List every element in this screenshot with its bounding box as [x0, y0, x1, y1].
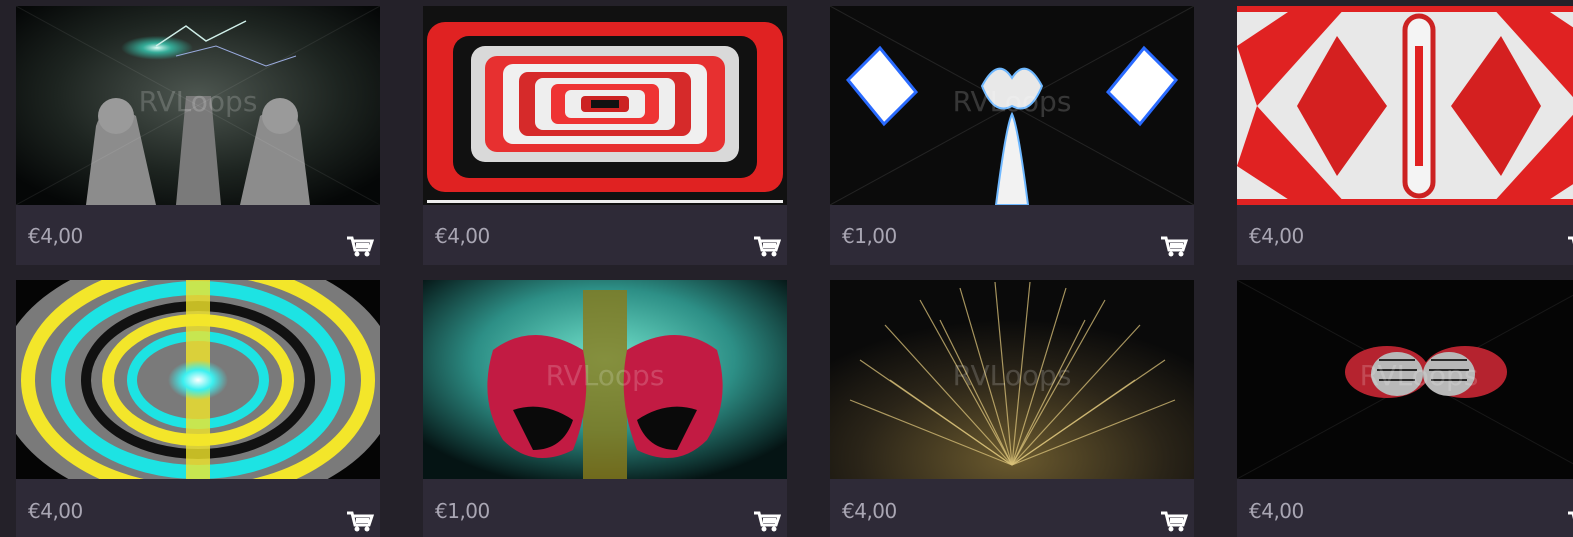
shopping-cart-icon[interactable] — [1160, 234, 1188, 258]
product-thumbnail[interactable]: RVLoops — [830, 280, 1194, 479]
product-price: €1,00 — [842, 224, 897, 248]
product-card[interactable]: RVLoops €4,00 — [830, 280, 1194, 537]
product-price: €1,00 — [435, 499, 490, 523]
shopping-cart-icon[interactable] — [753, 509, 781, 533]
product-thumbnail[interactable]: RVLoops — [423, 280, 787, 479]
product-thumbnail[interactable]: RVLoops — [16, 6, 380, 205]
watermark-text: RVLoops — [1360, 359, 1479, 392]
product-grid: RVLoops €4,00 €4,00 RVLoops €1,00 €4,00 … — [0, 0, 1573, 537]
product-price: €4,00 — [435, 224, 490, 248]
shopping-cart-icon[interactable] — [1567, 509, 1573, 533]
shopping-cart-icon[interactable] — [346, 509, 374, 533]
shopping-cart-icon[interactable] — [1160, 509, 1188, 533]
product-thumbnail[interactable]: RVLoops — [830, 6, 1194, 205]
product-price: €4,00 — [28, 499, 83, 523]
product-thumbnail[interactable]: RVLoops — [1237, 280, 1573, 479]
product-card[interactable]: RVLoops €1,00 — [423, 280, 787, 537]
shopping-cart-icon[interactable] — [346, 234, 374, 258]
product-price: €4,00 — [1249, 224, 1304, 248]
product-thumbnail[interactable] — [1237, 6, 1573, 205]
product-card[interactable]: RVLoops €4,00 — [1237, 280, 1573, 537]
product-price: €4,00 — [842, 499, 897, 523]
product-price: €4,00 — [28, 224, 83, 248]
product-price: €4,00 — [1249, 499, 1304, 523]
product-card[interactable]: €4,00 — [423, 6, 787, 265]
product-card[interactable]: €4,00 — [1237, 6, 1573, 265]
product-thumbnail[interactable] — [423, 6, 787, 205]
product-card[interactable]: RVLoops €4,00 — [16, 6, 380, 265]
shopping-cart-icon[interactable] — [753, 234, 781, 258]
product-card[interactable]: €4,00 — [16, 280, 380, 537]
watermark-text: RVLoops — [953, 85, 1072, 118]
product-thumbnail[interactable] — [16, 280, 380, 479]
shopping-cart-icon[interactable] — [1567, 234, 1573, 258]
watermark-text: RVLoops — [546, 359, 665, 392]
product-card[interactable]: RVLoops €1,00 — [830, 6, 1194, 265]
watermark-text: RVLoops — [139, 85, 258, 118]
watermark-text: RVLoops — [953, 359, 1072, 392]
